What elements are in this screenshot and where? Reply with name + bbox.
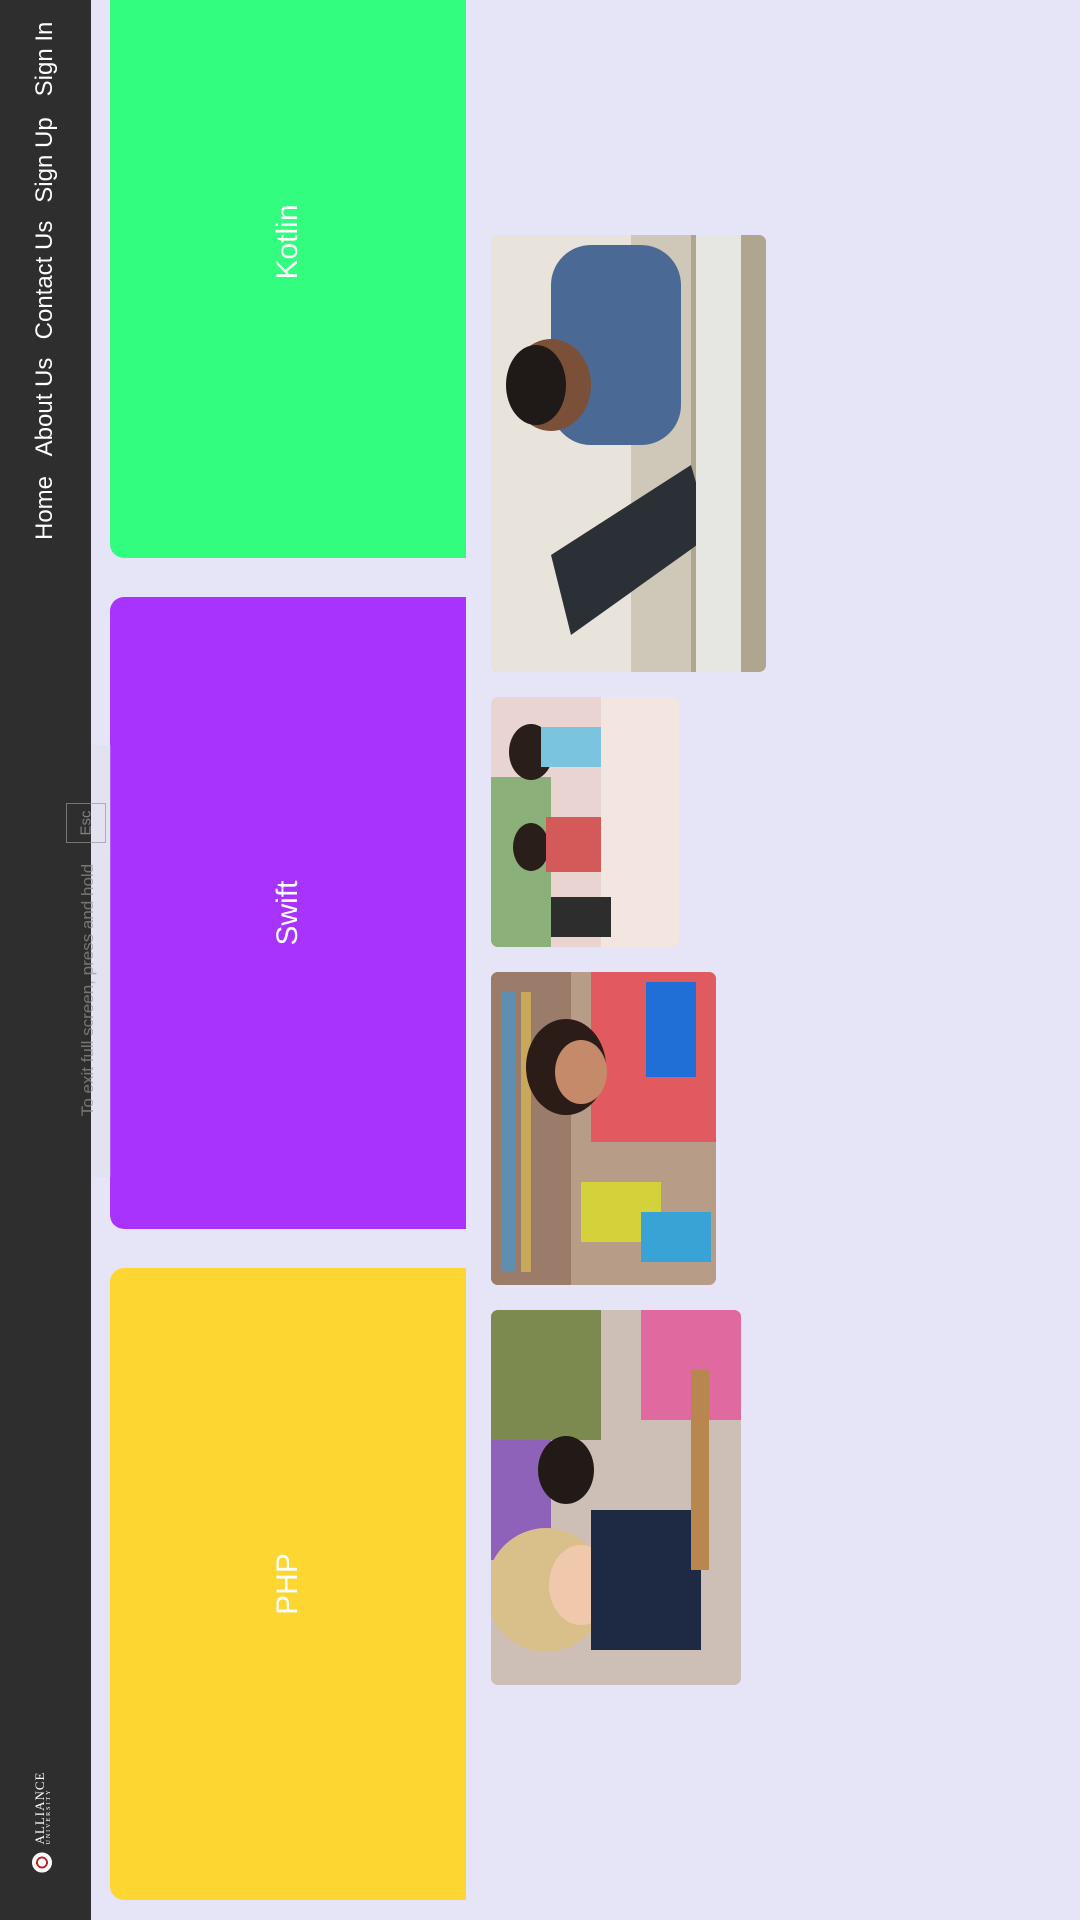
course-card-label: Swift [271, 880, 304, 946]
fullscreen-hint-text: To exit full screen, press and hold [78, 863, 97, 1117]
esc-key-hint: Esc [66, 803, 106, 843]
university-logo[interactable]: ALLIANCE UNIVERSITY [32, 1772, 52, 1873]
photo-student-laptop [491, 235, 766, 672]
logo-line2: UNIVERSITY [45, 1788, 52, 1845]
nav-sign-in-link[interactable]: Sign In [31, 22, 59, 97]
esc-key-label: Esc [77, 810, 95, 836]
photo-classroom-students [491, 697, 679, 947]
photo-students-desk [491, 1310, 741, 1685]
nav-sign-up-link[interactable]: Sign Up [31, 117, 59, 202]
logo-line1: ALLIANCE [31, 1771, 47, 1845]
course-card-kotlin[interactable]: Kotlin [110, 0, 466, 558]
university-seal-icon [32, 1852, 52, 1873]
course-card-label: PHP [271, 1553, 304, 1615]
course-card-php[interactable]: PHP [110, 1268, 466, 1900]
course-card-swift[interactable]: Swift [110, 597, 466, 1229]
nav-about-us-link[interactable]: About Us [31, 358, 59, 457]
nav-home-link[interactable]: Home [31, 476, 59, 540]
nav-contact-us-link[interactable]: Contact Us [31, 221, 59, 340]
course-card-label: Kotlin [271, 204, 304, 280]
photo-student-library [491, 972, 716, 1285]
